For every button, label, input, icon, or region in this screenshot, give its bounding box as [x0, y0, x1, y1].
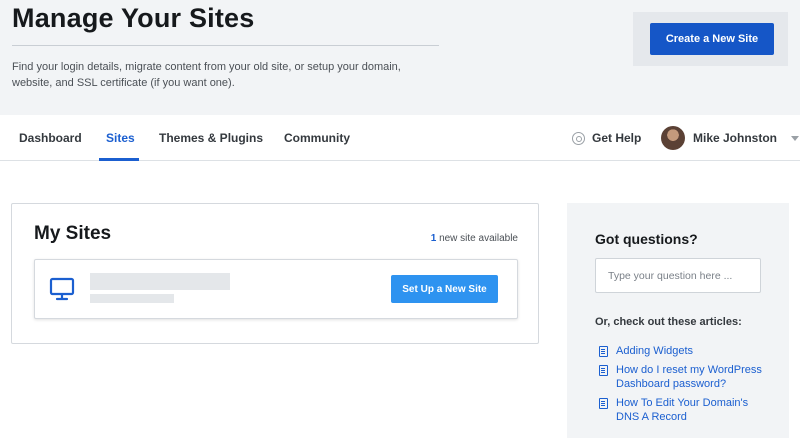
user-name: Mike Johnston — [693, 131, 778, 145]
available-count: 1 — [430, 233, 437, 244]
document-icon — [599, 398, 608, 409]
title-divider — [12, 45, 439, 46]
page-header: Manage Your Sites Find your login detail… — [0, 0, 800, 115]
get-help-link[interactable]: Get Help — [572, 115, 641, 161]
create-site-panel: Create a New Site — [633, 12, 788, 66]
my-sites-title: My Sites — [34, 223, 112, 244]
sites-available-note: 1 new site available — [431, 233, 518, 244]
site-name-placeholder — [90, 273, 230, 290]
tab-dashboard[interactable]: Dashboard — [19, 115, 82, 161]
articles-heading: Or, check out these articles: — [595, 316, 742, 328]
page-title: Manage Your Sites — [12, 3, 255, 33]
tab-sites[interactable]: Sites — [106, 115, 135, 161]
get-help-label: Get Help — [592, 131, 642, 145]
monitor-icon — [49, 277, 75, 301]
tab-themes-plugins[interactable]: Themes & Plugins — [159, 115, 263, 161]
article-title: How To Edit Your Domain's DNS A Record — [616, 397, 749, 423]
avatar — [661, 126, 685, 150]
create-new-site-button[interactable]: Create a New Site — [650, 23, 774, 55]
article-link[interactable]: How do I reset my WordPress Dashboard pa… — [599, 363, 769, 391]
article-link[interactable]: Adding Widgets — [599, 344, 769, 358]
questions-title: Got questions? — [595, 231, 698, 247]
tab-community[interactable]: Community — [284, 115, 350, 161]
active-tab-indicator — [99, 158, 139, 161]
my-sites-card: My Sites 1 new site available Set Up a N… — [11, 203, 539, 344]
main-nav: Dashboard Sites Themes & Plugins Communi… — [0, 115, 800, 161]
article-link[interactable]: How To Edit Your Domain's DNS A Record — [599, 396, 769, 424]
article-list: Adding Widgets How do I reset my WordPre… — [599, 344, 769, 429]
help-sidebar: Got questions? Or, check out these artic… — [567, 203, 789, 438]
question-search-input[interactable] — [595, 258, 761, 293]
document-icon — [599, 346, 608, 357]
user-menu[interactable]: Mike Johnston — [661, 115, 800, 161]
page-subtitle: Find your login details, migrate content… — [12, 61, 401, 89]
available-text: new site available — [439, 233, 518, 244]
site-url-placeholder — [90, 294, 174, 303]
new-site-row: Set Up a New Site — [34, 259, 518, 319]
document-icon — [599, 365, 608, 376]
set-up-new-site-button[interactable]: Set Up a New Site — [391, 275, 498, 303]
lifebuoy-icon — [572, 131, 585, 145]
article-title: How do I reset my WordPress Dashboard pa… — [616, 364, 762, 390]
chevron-down-icon — [791, 135, 800, 141]
article-title: Adding Widgets — [616, 345, 694, 357]
